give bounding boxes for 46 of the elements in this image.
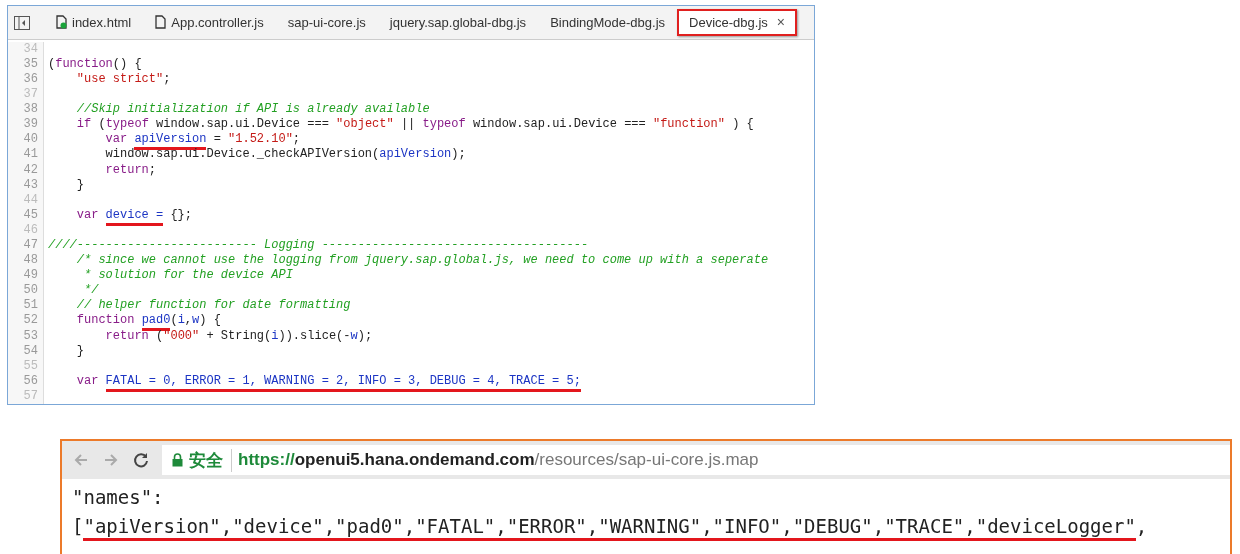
code-line: //Skip initialization if API is already available	[75, 102, 430, 118]
code-line: /* since we cannot use the logging from jquery.sap.global.js, we need to come up with a seperate	[75, 253, 769, 269]
code-line: var apiVersion = "1.52.10";	[44, 132, 301, 148]
file-tab[interactable]: sap-ui-core.js	[275, 6, 378, 39]
address-field[interactable]: 安全 https://openui5.hana.ondemand.com/resources/sap-ui-core.js.map	[162, 445, 1230, 475]
code-line: function pad0(i,w) {	[44, 313, 221, 329]
code-line: * solution for the device API	[83, 268, 293, 284]
code-line: }	[75, 177, 84, 193]
line-number: 40	[8, 132, 44, 148]
reload-icon[interactable]	[132, 451, 150, 469]
json-line: "names":	[72, 485, 165, 510]
lock-icon	[172, 453, 183, 467]
line-number: 39	[8, 117, 44, 133]
code-line: */	[83, 283, 99, 299]
code-line: return ("000" + String(i)).slice(-w);	[104, 328, 373, 344]
file-tab[interactable]: index.html	[44, 6, 144, 39]
file-tab[interactable]: jquery.sap.global-dbg.js	[377, 6, 539, 39]
file-tab[interactable]: Device-dbg.js ×	[677, 9, 797, 36]
code-line: }	[75, 343, 84, 359]
line-number: 37	[8, 87, 44, 103]
code-line: var FATAL = 0, ERROR = 1, WARNING = 2, INFO = 3, DEBUG = 4, TRACE = 5;	[44, 373, 581, 389]
code-line: if (typeof window.sap.ui.Device === "object" || typeof window.sap.ui.Device === "function" ) {	[75, 117, 754, 133]
line-number: 38	[8, 102, 44, 118]
file-tab[interactable]: App.controller.js	[143, 6, 276, 39]
code-line: return;	[104, 162, 157, 178]
code-line: var device = {};	[44, 207, 193, 223]
close-icon[interactable]: ×	[776, 14, 785, 31]
line-number: 52	[8, 313, 44, 329]
file-tab[interactable]: BindingMode-dbg.js	[538, 6, 678, 39]
code-line: // helper function for date formatting	[75, 298, 351, 314]
file-icon	[155, 15, 167, 30]
line-number: 34	[8, 41, 44, 57]
code-line: window.sap.ui.Device._checkAPIVersion(apiVersion);	[104, 147, 466, 163]
line-number: 49	[8, 268, 44, 284]
line-number: 50	[8, 283, 44, 299]
json-line: ["apiVersion","device","pad0","FATAL","ERROR","WARNING","INFO","DEBUG","TRACE","deviceLogger",	[72, 512, 1230, 541]
sidebar-toggle-icon[interactable]	[14, 16, 30, 30]
code-line: (function() {	[47, 56, 142, 72]
file-icon	[56, 15, 67, 30]
line-number: 51	[8, 298, 44, 314]
line-number: 41	[8, 147, 44, 163]
url-text: https://openui5.hana.ondemand.com/resources/sap-ui-core.js.map	[238, 450, 759, 470]
code-line: "use strict";	[75, 71, 171, 88]
secure-label: 安全	[189, 448, 232, 472]
line-number: 48	[8, 253, 44, 269]
code-line: ////------------------------- Logging -------------------------------------	[47, 237, 589, 254]
